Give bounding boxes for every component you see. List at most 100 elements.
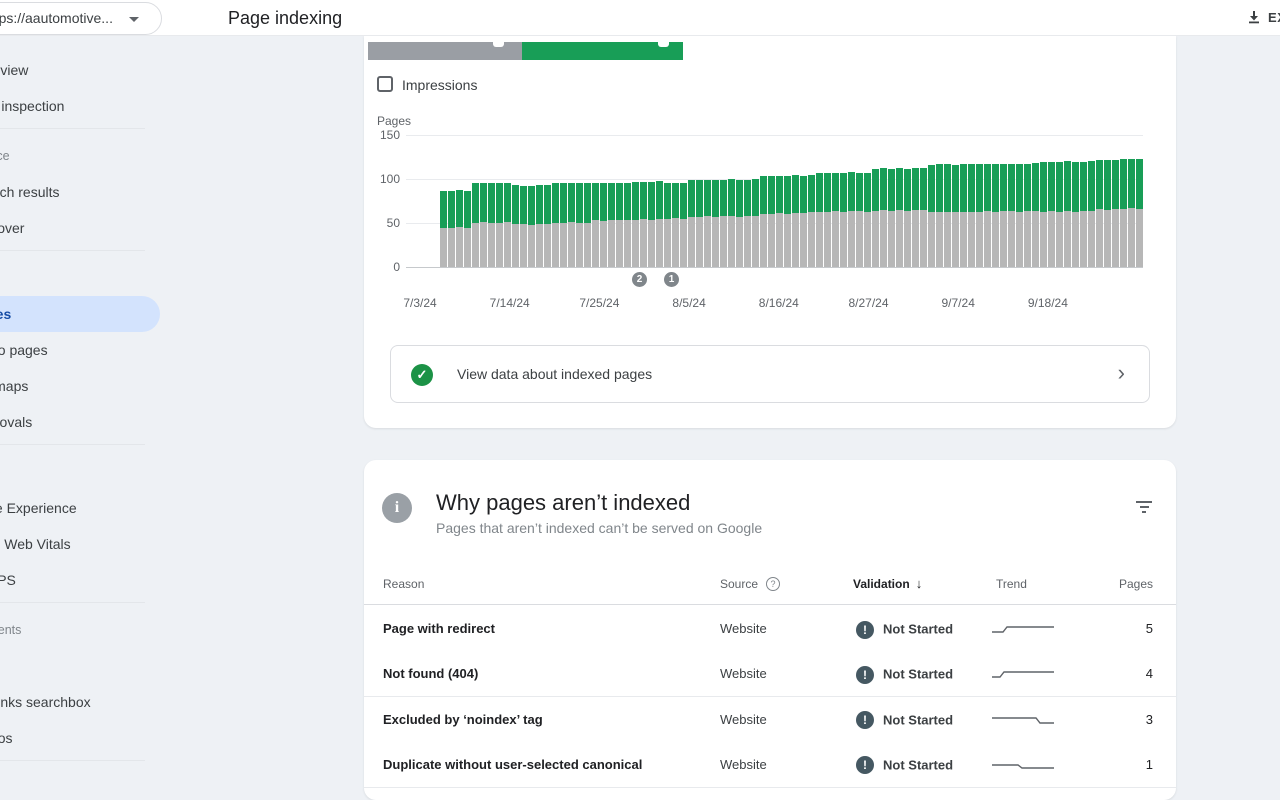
chart-bar[interactable] [1088,161,1095,267]
filter-icon[interactable] [1136,501,1152,516]
chart-bar[interactable] [944,164,951,267]
chart-bar[interactable] [1104,160,1111,267]
chart-bar[interactable] [936,164,943,267]
chart-bar[interactable] [856,173,863,267]
chart-bar[interactable] [960,164,967,267]
chart-bar[interactable] [560,183,567,267]
chart-bar[interactable] [1000,164,1007,267]
chart-bar[interactable] [624,183,631,268]
sidebar-item-url-inspection[interactable]: URL inspection [0,88,164,124]
chart-bar[interactable] [1096,160,1103,267]
chart-bar[interactable] [1112,160,1119,267]
chart-bar[interactable] [800,176,807,267]
chart-bar[interactable] [496,183,503,267]
chart-bar[interactable] [504,183,511,267]
chart-bar[interactable] [760,176,767,267]
chart-bar[interactable] [464,191,471,267]
chart-bar[interactable] [608,183,615,267]
chart-bar[interactable] [1008,164,1015,267]
chart-bar[interactable] [808,175,815,267]
chart-bar[interactable] [912,168,919,267]
chart-bar[interactable] [792,175,799,267]
chart-bar[interactable] [992,164,999,267]
chart-bar[interactable] [488,183,495,267]
column-pages[interactable]: Pages [1119,563,1153,605]
table-row[interactable]: Duplicate without user-selected canonica… [364,742,1176,788]
chart-bar[interactable] [736,180,743,267]
export-button[interactable]: EXPORT [1242,0,1280,36]
chart-bar[interactable] [976,164,983,267]
table-row[interactable]: Page with redirectWebsite!Not Started5 [364,606,1176,652]
chart-bar[interactable] [672,183,679,267]
chart-bar[interactable] [832,173,839,267]
sidebar-item-core-web-vitals[interactable]: Core Web Vitals [0,526,164,562]
table-row[interactable]: Not found (404)Website!Not Started4 [364,651,1176,697]
indexed-toggle-strip[interactable] [522,42,683,60]
chart-bar[interactable] [1032,163,1039,267]
chart-bar[interactable] [536,185,543,267]
chart-bar[interactable] [824,173,831,267]
chart-bar[interactable] [896,168,903,267]
chart-bar[interactable] [520,186,527,267]
chart-bar[interactable] [1136,159,1143,267]
chart-bar[interactable] [696,180,703,267]
chart-bar[interactable] [568,183,575,267]
chart-bar[interactable] [472,183,479,267]
chart-bar[interactable] [680,183,687,267]
chart-bar[interactable] [632,182,639,267]
impressions-checkbox[interactable] [377,76,393,92]
chart-bar[interactable] [848,172,855,267]
sidebar-item-sitemaps[interactable]: Sitemaps [0,368,164,404]
chart-bar[interactable] [592,183,599,267]
chart-bar[interactable] [600,183,607,267]
chart-bar[interactable] [456,190,463,267]
sidebar-item-videos[interactable]: Videos [0,720,164,756]
chart-bar[interactable] [1024,164,1031,267]
chart-bar[interactable] [480,183,487,267]
sidebar-item-removals[interactable]: Removals [0,404,164,440]
column-trend[interactable]: Trend [996,563,1027,605]
chart-bar[interactable] [904,169,911,267]
chart-annotation-marker[interactable]: 1 [664,272,679,287]
chart-bar[interactable] [928,165,935,267]
sidebar-item-video-pages[interactable]: Video pages [0,332,164,368]
chart-bar[interactable] [440,191,447,267]
chart-bar[interactable] [1040,162,1047,267]
chart-bar[interactable] [688,180,695,267]
chart-bar[interactable] [1048,162,1055,267]
chart-bar[interactable] [512,185,519,267]
chart-bar[interactable] [984,164,991,267]
chart-bar[interactable] [448,191,455,267]
chart-bar[interactable] [584,183,591,268]
sidebar-item-overview[interactable]: Overview [0,52,164,88]
chart-bar[interactable] [768,176,775,267]
help-icon[interactable]: ? [766,577,780,591]
view-indexed-data-banner[interactable]: ✓ View data about indexed pages › [390,345,1150,403]
chart-bar[interactable] [880,168,887,267]
chart-bar[interactable] [872,169,879,267]
sidebar-item-faq[interactable]: FAQ [0,648,164,684]
chart-bar[interactable] [720,180,727,267]
column-reason[interactable]: Reason [383,563,424,605]
chart-bar[interactable] [616,183,623,267]
sidebar-item-pages[interactable]: Pages [0,296,160,332]
sidebar-item-page-experience[interactable]: Page Experience [0,490,164,526]
sidebar-item-discover[interactable]: Discover [0,210,164,246]
chart-bar[interactable] [544,185,551,267]
chart-bar[interactable] [952,165,959,267]
chart-bar[interactable] [744,180,751,267]
property-selector[interactable]: https://aautomotive... [0,2,162,35]
chart-bar[interactable] [1128,159,1135,267]
chart-bar[interactable] [640,182,647,267]
chart-bar[interactable] [1016,164,1023,267]
chart-bar[interactable] [1080,162,1087,267]
chart-bar[interactable] [752,179,759,267]
chart-bar[interactable] [968,164,975,267]
table-row[interactable]: Excluded by ‘noindex’ tagWebsite!Not Sta… [364,697,1176,743]
chart-bar[interactable] [656,181,663,267]
sidebar-item-search-results[interactable]: Search results [0,174,164,210]
sidebar-item-sitelinks-searchbox[interactable]: Sitelinks searchbox [0,684,164,720]
chart-bar[interactable] [528,186,535,267]
chart-bar[interactable] [664,183,671,267]
chart-bar[interactable] [576,183,583,267]
